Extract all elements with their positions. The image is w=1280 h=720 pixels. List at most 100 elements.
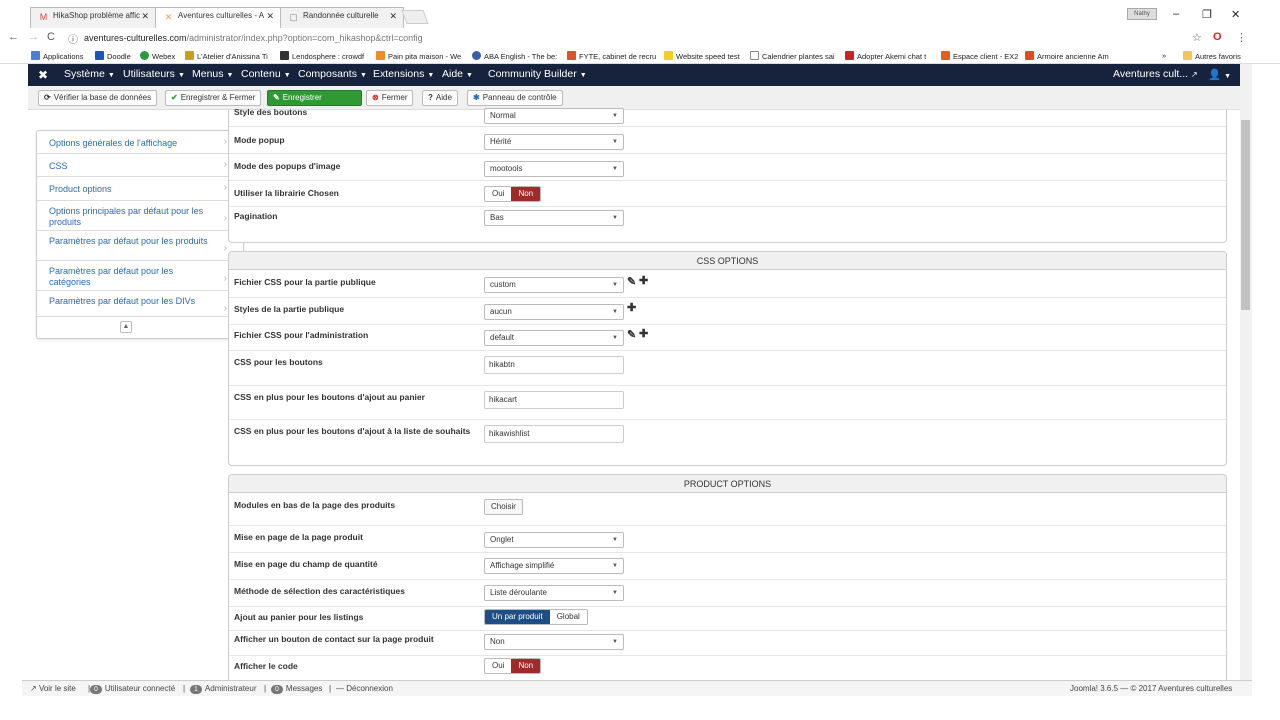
menu-composants[interactable]: Composants ▼ [298, 68, 367, 80]
characteristics-method-select[interactable]: Liste déroulante ▼ [484, 585, 624, 601]
button-css-input[interactable]: hikabtn [484, 356, 624, 374]
button-style-select[interactable]: Normal ▼ [484, 108, 624, 124]
new-tab-button[interactable] [401, 10, 429, 24]
users-status[interactable]: 0 Utilisateur connecté [90, 684, 175, 694]
joomla-logo-icon[interactable]: ✖ [38, 68, 48, 82]
toggle-no[interactable]: Non [511, 659, 541, 673]
sidebar-item-general-display[interactable]: Options générales de l'affichage › [37, 131, 243, 154]
bookmark-item[interactable]: Espace client - EX2 [941, 51, 1018, 61]
toggle-global[interactable]: Global [550, 610, 587, 624]
save-close-button[interactable]: ✔ Enregistrer & Fermer [165, 90, 262, 106]
scrollbar-thumb[interactable] [1241, 120, 1250, 310]
bookmark-item[interactable]: Website speed test [664, 51, 740, 61]
browser-tab-active[interactable]: ✕ Aventures culturelles - A ✕ [155, 7, 281, 28]
user-menu[interactable]: 👤 ▼ [1208, 68, 1231, 81]
bookmark-item[interactable]: Doodle [95, 51, 131, 61]
bookmark-item[interactable]: Lendosphere : crowdf [280, 51, 364, 61]
help-button[interactable]: ? Aide [422, 90, 458, 106]
toggle-no[interactable]: Non [511, 187, 541, 201]
add-icon[interactable]: ✚ [639, 274, 648, 287]
chosen-library-toggle[interactable]: Oui Non [484, 186, 542, 202]
page-icon: ▢ [289, 12, 298, 22]
popup-mode-select[interactable]: Hérité ▼ [484, 134, 624, 150]
close-icon[interactable]: ✕ [141, 11, 149, 22]
menu-aide[interactable]: Aide ▼ [442, 68, 473, 80]
menu-menus[interactable]: Menus ▼ [192, 68, 233, 80]
bookmark-item[interactable]: Calendrier plantes sai [750, 51, 835, 61]
admin-status[interactable]: 1 Administrateur [190, 684, 256, 694]
bookmark-item[interactable]: Adopter Akemi chat t [845, 51, 926, 61]
bookmark-folder[interactable]: Autres favoris [1183, 51, 1241, 61]
sidebar-item-css[interactable]: CSS › [37, 154, 243, 177]
menu-systeme[interactable]: Système ▼ [64, 68, 115, 80]
add-icon[interactable]: ✚ [627, 301, 636, 314]
quantity-layout-select[interactable]: Affichage simplifié ▼ [484, 558, 624, 574]
edit-icon[interactable]: ✎ [627, 328, 636, 341]
bookmark-label: FYTE, cabinet de recru [579, 52, 657, 61]
edit-icon[interactable]: ✎ [627, 275, 636, 288]
messages-status[interactable]: 0 Messages [271, 684, 322, 694]
control-panel-button[interactable]: ✱ Panneau de contrôle [467, 90, 563, 106]
frontend-css-select[interactable]: custom ▼ [484, 277, 624, 293]
wishlist-button-css-input[interactable]: hikawishlist [484, 425, 624, 443]
add-icon[interactable]: ✚ [639, 327, 648, 340]
menu-icon[interactable]: ⋮ [1236, 31, 1247, 44]
show-code-toggle[interactable]: Oui Non [484, 658, 542, 674]
menu-utilisateurs[interactable]: Utilisateurs ▼ [123, 68, 185, 80]
close-button[interactable]: ⊗ Fermer [366, 90, 414, 106]
sidebar-item-category-defaults[interactable]: Paramètres par défaut pour les catégorie… [37, 261, 243, 291]
edit-icon: ✎ [273, 93, 280, 102]
product-layout-select[interactable]: Onglet ▼ [484, 532, 624, 548]
dropdown-arrow-icon: ▼ [612, 215, 618, 221]
bookmark-item[interactable]: Armoire ancienne Am [1025, 51, 1109, 61]
profile-badge[interactable]: Nathy [1127, 8, 1157, 20]
back-icon[interactable]: ← [8, 31, 19, 43]
browser-tab[interactable]: M HikaShop problème affic ✕ [30, 7, 156, 28]
close-window-icon[interactable]: ✕ [1231, 8, 1240, 21]
restore-icon[interactable]: ❐ [1202, 8, 1212, 21]
cart-button-css-input[interactable]: hikacart [484, 391, 624, 409]
star-icon[interactable]: ☆ [1192, 31, 1202, 44]
close-icon[interactable]: ✕ [266, 11, 274, 22]
reload-icon[interactable]: C [47, 31, 55, 43]
contact-button-select[interactable]: Non ▼ [484, 634, 624, 650]
menu-contenu[interactable]: Contenu ▼ [241, 68, 291, 80]
toggle-yes[interactable]: Oui [485, 187, 511, 201]
choose-modules-button[interactable]: Choisir [484, 499, 523, 515]
forward-icon[interactable]: → [28, 31, 39, 43]
bookmark-item[interactable]: Webex [140, 51, 175, 61]
close-icon[interactable]: ✕ [389, 11, 397, 22]
bookmark-item[interactable]: FYTE, cabinet de recru [567, 51, 656, 61]
toggle-yes[interactable]: Oui [485, 659, 511, 673]
save-button[interactable]: ✎ Enregistrer [267, 90, 362, 106]
frontend-style-select[interactable]: aucun ▼ [484, 304, 624, 320]
bookmark-item[interactable]: Applications [31, 51, 83, 61]
sidebar-item-div-defaults[interactable]: Paramètres par défaut pour les DIVs › [37, 291, 243, 317]
more-bookmarks-icon[interactable]: » [1162, 51, 1166, 60]
bookmark-item[interactable]: ABA English - The be: [472, 51, 557, 61]
opera-icon[interactable]: O [1213, 31, 1222, 43]
browser-tab[interactable]: ▢ Randonnée culturelle ✕ [280, 7, 404, 28]
minimize-icon[interactable]: – [1173, 8, 1179, 20]
select-value: Liste déroulante [490, 588, 547, 597]
url-field[interactable]: aventures-culturelles.com/administrator/… [84, 30, 1234, 46]
scroll-top-button[interactable]: ▲ [120, 321, 132, 333]
add-to-cart-listing-toggle[interactable]: Un par produit Global [484, 609, 588, 625]
menu-community-builder[interactable]: Community Builder ▼ [488, 68, 587, 80]
view-site-link[interactable]: ↗ Voir le site [30, 684, 76, 693]
menu-extensions[interactable]: Extensions ▼ [373, 68, 434, 80]
check-database-button[interactable]: ⟳ Vérifier la base de données [38, 90, 158, 106]
pagination-select[interactable]: Bas ▼ [484, 210, 624, 226]
bookmark-item[interactable]: L'Atelier d'Anissina Ti [185, 51, 268, 61]
image-popup-mode-select[interactable]: mootools ▼ [484, 161, 624, 177]
admin-css-select[interactable]: default ▼ [484, 330, 624, 346]
count-badge: 0 [271, 685, 283, 694]
setting-row: Modules en bas de la page des produits C… [229, 494, 1226, 526]
sidebar-item-main-product-defaults[interactable]: Options principales par défaut pour les … [37, 201, 243, 231]
site-link[interactable]: Aventures cult... ↗ [1113, 68, 1198, 80]
sidebar-item-product-options[interactable]: Product options › [37, 177, 243, 201]
sidebar-item-product-defaults[interactable]: Paramètres par défaut pour les produits › [37, 231, 243, 261]
logout-link[interactable]: — Déconnexion [336, 684, 393, 693]
toggle-per-product[interactable]: Un par produit [485, 610, 550, 624]
bookmark-item[interactable]: Pain pita maison - We [376, 51, 461, 61]
